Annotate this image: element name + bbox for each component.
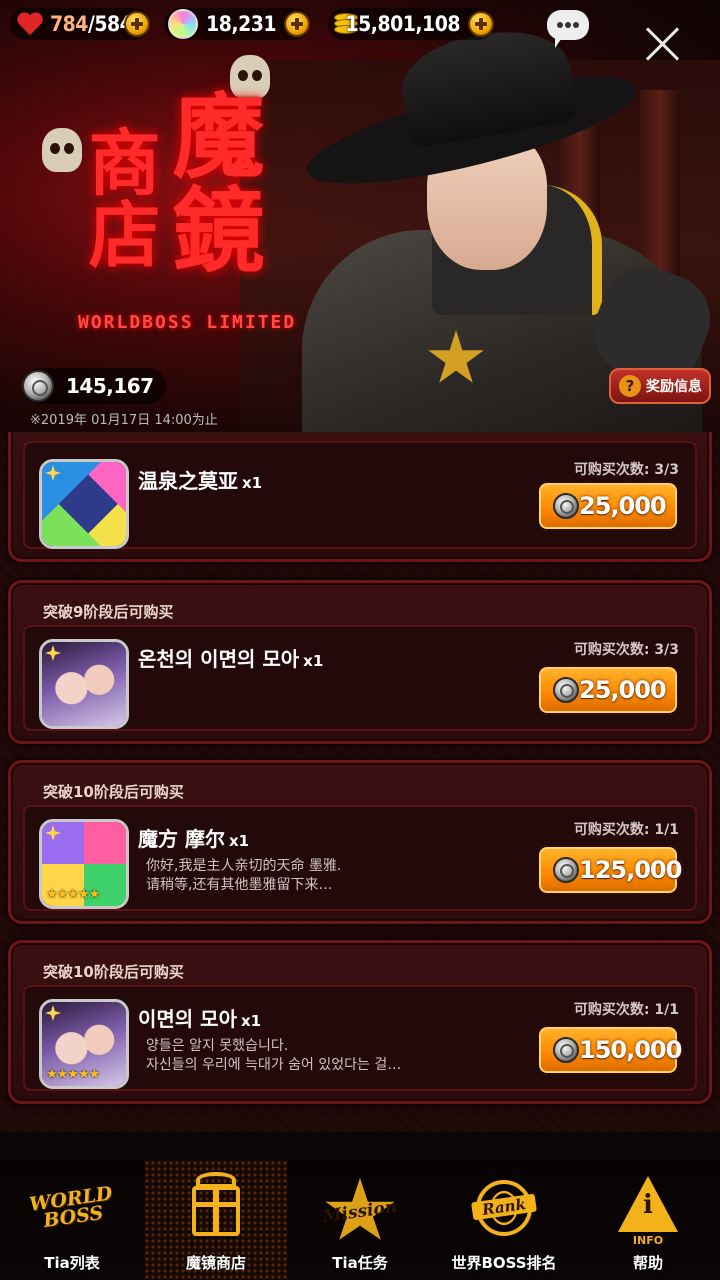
- heart-icon: [16, 11, 44, 37]
- shop-item-list[interactable]: 温泉之莫亚 x1 可购买次数: 3/3 25,000 突破9阶段后可购买 온천의 …: [0, 432, 720, 1132]
- bottom-navigation: WORLD BOSS Tia列表 魔镜商店 Mission Tia任务 Rank…: [0, 1160, 720, 1280]
- banner-title-sub: 商店: [76, 125, 161, 269]
- chat-icon[interactable]: [547, 10, 589, 48]
- buy-button[interactable]: 125,000: [537, 845, 682, 895]
- resource-bar: 784/584 18,231 15,801,108: [0, 0, 720, 50]
- question-mark-icon: ?: [619, 375, 641, 397]
- world-boss-emblem-icon: WORLD BOSS: [27, 1182, 114, 1232]
- nav-label: Tia列表: [44, 1254, 100, 1272]
- shop-deadline: ※2019年 01月17日 14:00为止: [30, 413, 218, 428]
- shop-item-card: 突破10阶段后可购买 ★★★★★ 魔方 摩尔 x1 你好,我是主人亲切的天命 墨雅…: [8, 760, 712, 924]
- gold-resource: 15,801,108: [328, 8, 494, 40]
- add-stamina-button[interactable]: [124, 11, 150, 37]
- item-name: 이면의 모아 x1: [138, 1007, 262, 1031]
- nav-label: 世界BOSS排名: [451, 1254, 557, 1272]
- purchase-limit: 可购买次数: 1/1: [573, 822, 679, 838]
- silver-coin-icon: [553, 857, 579, 883]
- item-price: 25,000: [579, 676, 667, 704]
- nav-world-boss-rank[interactable]: Rank 世界BOSS排名: [432, 1160, 576, 1280]
- shop-currency-amount: 145,167: [66, 374, 154, 398]
- shop-item-card: 温泉之莫亚 x1 可购买次数: 3/3 25,000: [8, 432, 712, 562]
- star-rating: ★★★★★: [46, 887, 100, 902]
- nav-label: 魔镜商店: [185, 1254, 246, 1272]
- nav-mirror-shop[interactable]: 魔镜商店: [144, 1160, 288, 1280]
- item-price: 25,000: [579, 492, 667, 520]
- buy-button[interactable]: 25,000: [537, 665, 679, 715]
- cube-stack-icon: ★★★★★: [39, 819, 129, 909]
- cube-character-icon: [39, 459, 129, 549]
- gift-icon: [192, 1186, 240, 1236]
- crystal-amount: 18,231: [206, 12, 276, 36]
- item-name: 温泉之莫亚 x1: [138, 469, 263, 493]
- gold-amount: 15,801,108: [345, 12, 460, 36]
- shop-banner: 魔鏡 商店 WORLDBOSS LIMITED 145,167 ※2019年 0…: [0, 0, 720, 432]
- item-name: 온천의 이면의 모아 x1: [138, 647, 324, 671]
- shop-currency-balance: 145,167: [22, 368, 166, 404]
- nav-help[interactable]: i INFO 帮助: [576, 1160, 720, 1280]
- close-icon[interactable]: [642, 24, 682, 64]
- crystal-resource: 18,231: [164, 8, 310, 40]
- silver-coin-icon: [22, 370, 54, 402]
- item-price: 150,000: [579, 1036, 682, 1064]
- twin-girls-portrait-icon: ★★★★★: [39, 999, 129, 1089]
- crystal-icon: [168, 9, 198, 39]
- twin-girls-portrait-icon: [39, 639, 129, 729]
- nav-tia-mission[interactable]: Mission Tia任务: [288, 1160, 432, 1280]
- unlock-requirement: 突破9阶段后可购买: [43, 603, 174, 621]
- add-gold-button[interactable]: [468, 11, 494, 37]
- nav-tia-list[interactable]: WORLD BOSS Tia列表: [0, 1160, 144, 1280]
- banner-title-main: 魔鏡: [157, 88, 265, 276]
- silver-coin-icon: [553, 677, 579, 703]
- stamina-resource: 784/584: [10, 8, 150, 40]
- star-rating: ★★★★★: [46, 1067, 100, 1082]
- unlock-requirement: 突破10阶段后可购买: [43, 783, 184, 801]
- item-price: 125,000: [579, 856, 682, 884]
- purchase-limit: 可购买次数: 3/3: [573, 462, 679, 478]
- item-name: 魔方 摩尔 x1: [138, 827, 250, 851]
- silver-coin-icon: [553, 1037, 579, 1063]
- item-description: 양들은 알지 못했습니다. 자신들의 우리에 늑대가 숨어 있었다는 걸…: [146, 1038, 402, 1073]
- shop-item-card: 突破9阶段后可购买 온천의 이면의 모아 x1 可购买次数: 3/3 25,000: [8, 580, 712, 744]
- add-crystal-button[interactable]: [284, 11, 310, 37]
- nav-label: 帮助: [632, 1254, 663, 1272]
- purchase-limit: 可购买次数: 1/1: [573, 1002, 679, 1018]
- buy-button[interactable]: 25,000: [537, 481, 679, 531]
- stamina-current: 784: [50, 12, 88, 36]
- item-description: 你好,我是主人亲切的天命 墨雅. 请稍等,还有其他墨雅留下来…: [146, 858, 342, 893]
- silver-coin-icon: [553, 493, 579, 519]
- reward-info-button[interactable]: ? 奖励信息: [609, 368, 711, 404]
- reward-info-label: 奖励信息: [646, 379, 702, 395]
- shop-item-card: 突破10阶段后可购买 ★★★★★ 이면의 모아 x1 양들은 알지 못했습니다. …: [8, 940, 712, 1104]
- info-emblem-text: INFO: [632, 1234, 664, 1247]
- nav-label: Tia任务: [332, 1254, 388, 1272]
- unlock-requirement: 突破10阶段后可购买: [43, 963, 184, 981]
- buy-button[interactable]: 150,000: [537, 1025, 682, 1075]
- purchase-limit: 可购买次数: 3/3: [573, 642, 679, 658]
